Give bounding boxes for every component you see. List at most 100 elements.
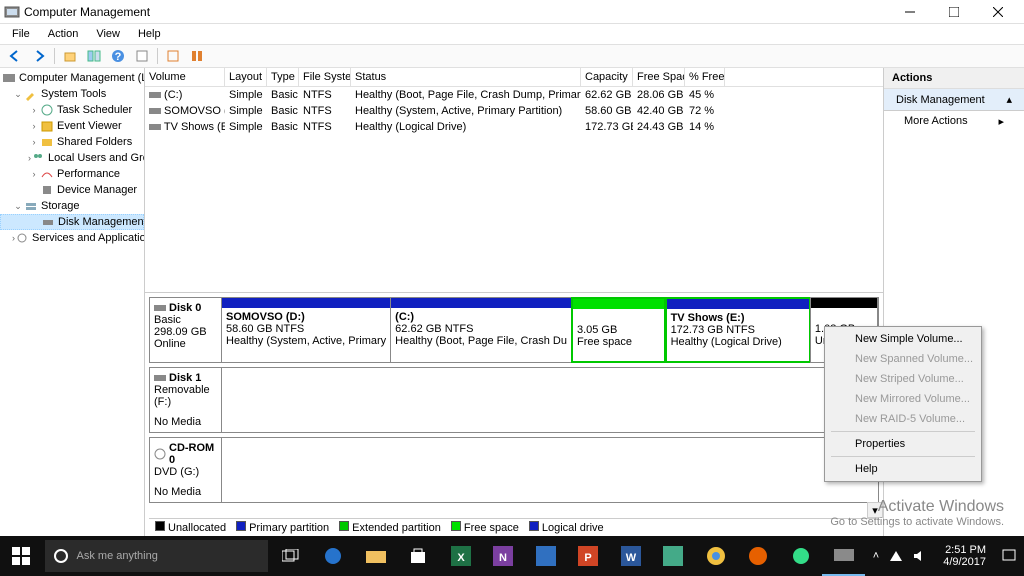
ctx-new-simple-volume[interactable]: New Simple Volume... xyxy=(827,329,979,349)
disk-icon xyxy=(41,215,55,229)
col-layout[interactable]: Layout xyxy=(225,68,267,86)
chevron-right-icon: ▸ xyxy=(998,115,1004,128)
clock-time: 2:51 PM xyxy=(943,544,986,556)
taskbar-firefox[interactable] xyxy=(737,536,780,576)
tree-disk-management[interactable]: Disk Management xyxy=(0,214,144,230)
col-volume[interactable]: Volume xyxy=(145,68,225,86)
taskbar-onenote[interactable]: N xyxy=(482,536,525,576)
close-button[interactable] xyxy=(976,0,1020,24)
context-menu: New Simple Volume... New Spanned Volume.… xyxy=(824,326,982,482)
tree-shared-folders[interactable]: ›Shared Folders xyxy=(0,134,144,150)
taskbar-explorer[interactable] xyxy=(355,536,398,576)
tray-notifications-icon[interactable] xyxy=(1002,549,1016,563)
legend-label: Free space xyxy=(464,522,519,534)
partitions[interactable] xyxy=(222,368,878,432)
menu-view[interactable]: View xyxy=(88,26,128,42)
disk-header[interactable]: Disk 0 Basic 298.09 GB Online xyxy=(150,298,222,362)
properties-button[interactable] xyxy=(131,46,153,66)
menu-action[interactable]: Action xyxy=(40,26,87,42)
disk-row: Disk 0 Basic 298.09 GB Online SOMOVSO (D… xyxy=(149,297,879,363)
taskbar-management[interactable] xyxy=(822,536,865,576)
tray-chevron-icon[interactable]: ˄ xyxy=(873,550,879,562)
ctx-new-raid5-volume[interactable]: New RAID-5 Volume... xyxy=(827,409,979,429)
col-capacity[interactable]: Capacity xyxy=(581,68,633,86)
taskbar-word[interactable]: W xyxy=(610,536,653,576)
taskbar-powerpoint[interactable]: P xyxy=(567,536,610,576)
col-status[interactable]: Status xyxy=(351,68,581,86)
volume-row[interactable]: SOMOVSO (D:)SimpleBasicNTFSHealthy (Syst… xyxy=(145,103,883,119)
help-button[interactable]: ? xyxy=(107,46,129,66)
partitions[interactable] xyxy=(222,438,878,502)
toolbar: ? xyxy=(0,44,1024,68)
col-pctfree[interactable]: % Free xyxy=(685,68,725,86)
task-view-button[interactable] xyxy=(270,536,313,576)
show-hide-tree-button[interactable] xyxy=(83,46,105,66)
ctx-help[interactable]: Help xyxy=(827,459,979,479)
maximize-button[interactable] xyxy=(932,0,976,24)
legend-swatch xyxy=(529,521,539,531)
watermark-subtitle: Go to Settings to activate Windows. xyxy=(830,516,1004,528)
actions-more[interactable]: More Actions▸ xyxy=(884,111,1024,132)
tree-storage[interactable]: ⌄Storage xyxy=(0,198,144,214)
menu-help[interactable]: Help xyxy=(130,26,169,42)
ctx-properties[interactable]: Properties xyxy=(827,434,979,454)
minimize-button[interactable] xyxy=(888,0,932,24)
tree-root[interactable]: Computer Management (Local xyxy=(0,70,144,86)
menu-file[interactable]: File xyxy=(4,26,38,42)
taskbar-app[interactable] xyxy=(525,536,568,576)
tree-label: Local Users and Groups xyxy=(48,152,145,164)
back-button[interactable] xyxy=(4,46,26,66)
tree-label: Services and Applications xyxy=(32,232,145,244)
actions-section[interactable]: Disk Management▴ xyxy=(884,89,1024,111)
tree-services[interactable]: ›Services and Applications xyxy=(0,230,144,246)
disk-header[interactable]: CD-ROM 0 DVD (G:) No Media xyxy=(150,438,222,502)
legend-swatch xyxy=(339,521,349,531)
tree-performance[interactable]: ›Performance xyxy=(0,166,144,182)
ctx-new-mirrored-volume[interactable]: New Mirrored Volume... xyxy=(827,389,979,409)
services-icon xyxy=(15,231,29,245)
tree-system-tools[interactable]: ⌄System Tools xyxy=(0,86,144,102)
refresh-button[interactable] xyxy=(162,46,184,66)
tree-local-users[interactable]: ›Local Users and Groups xyxy=(0,150,144,166)
main-panel: Volume Layout Type File System Status Ca… xyxy=(145,68,884,536)
forward-button[interactable] xyxy=(28,46,50,66)
col-filesystem[interactable]: File System xyxy=(299,68,351,86)
title-bar: Computer Management xyxy=(0,0,1024,24)
clock-date: 4/9/2017 xyxy=(943,556,986,568)
ctx-new-spanned-volume[interactable]: New Spanned Volume... xyxy=(827,349,979,369)
partition[interactable]: (C:)62.62 GB NTFSHealthy (Boot, Page Fil… xyxy=(390,297,572,363)
tree-device-manager[interactable]: Device Manager xyxy=(0,182,144,198)
settings-button[interactable] xyxy=(186,46,208,66)
up-button[interactable] xyxy=(59,46,81,66)
taskbar-chrome[interactable] xyxy=(695,536,738,576)
volume-header: Volume Layout Type File System Status Ca… xyxy=(145,68,883,87)
taskbar-store[interactable] xyxy=(397,536,440,576)
tray-network-icon[interactable] xyxy=(889,550,903,562)
taskbar-app[interactable] xyxy=(652,536,695,576)
ctx-new-striped-volume[interactable]: New Striped Volume... xyxy=(827,369,979,389)
disk-header[interactable]: Disk 1 Removable (F:) No Media xyxy=(150,368,222,432)
tree-task-scheduler[interactable]: ›Task Scheduler xyxy=(0,102,144,118)
tray-volume-icon[interactable] xyxy=(913,550,927,562)
col-freespace[interactable]: Free Space xyxy=(633,68,685,86)
taskbar: Ask me anything X N P W ˄ 2:51 PM4/9/201… xyxy=(0,536,1024,576)
legend: Unallocated Primary partition Extended p… xyxy=(149,518,879,536)
cortana-icon xyxy=(53,548,69,564)
search-box[interactable]: Ask me anything xyxy=(45,540,268,572)
taskbar-app[interactable] xyxy=(780,536,823,576)
menu-separator xyxy=(831,431,975,432)
taskbar-excel[interactable]: X xyxy=(440,536,483,576)
tree-event-viewer[interactable]: ›Event Viewer xyxy=(0,118,144,134)
taskbar-edge[interactable] xyxy=(312,536,355,576)
volume-row[interactable]: TV Shows (E:)SimpleBasicNTFSHealthy (Log… xyxy=(145,119,883,135)
col-type[interactable]: Type xyxy=(267,68,299,86)
toolbar-separator xyxy=(54,48,55,64)
volume-row[interactable]: (C:)SimpleBasicNTFSHealthy (Boot, Page F… xyxy=(145,87,883,103)
partition[interactable]: TV Shows (E:)172.73 GB NTFSHealthy (Logi… xyxy=(665,297,811,363)
partition-free[interactable]: 3.05 GBFree space xyxy=(571,297,666,363)
partition[interactable]: SOMOVSO (D:)58.60 GB NTFSHealthy (System… xyxy=(221,297,391,363)
start-button[interactable] xyxy=(0,536,43,576)
search-placeholder: Ask me anything xyxy=(77,550,158,562)
disk-name: CD-ROM 0 xyxy=(169,442,217,466)
tray-clock[interactable]: 2:51 PM4/9/2017 xyxy=(937,544,992,568)
